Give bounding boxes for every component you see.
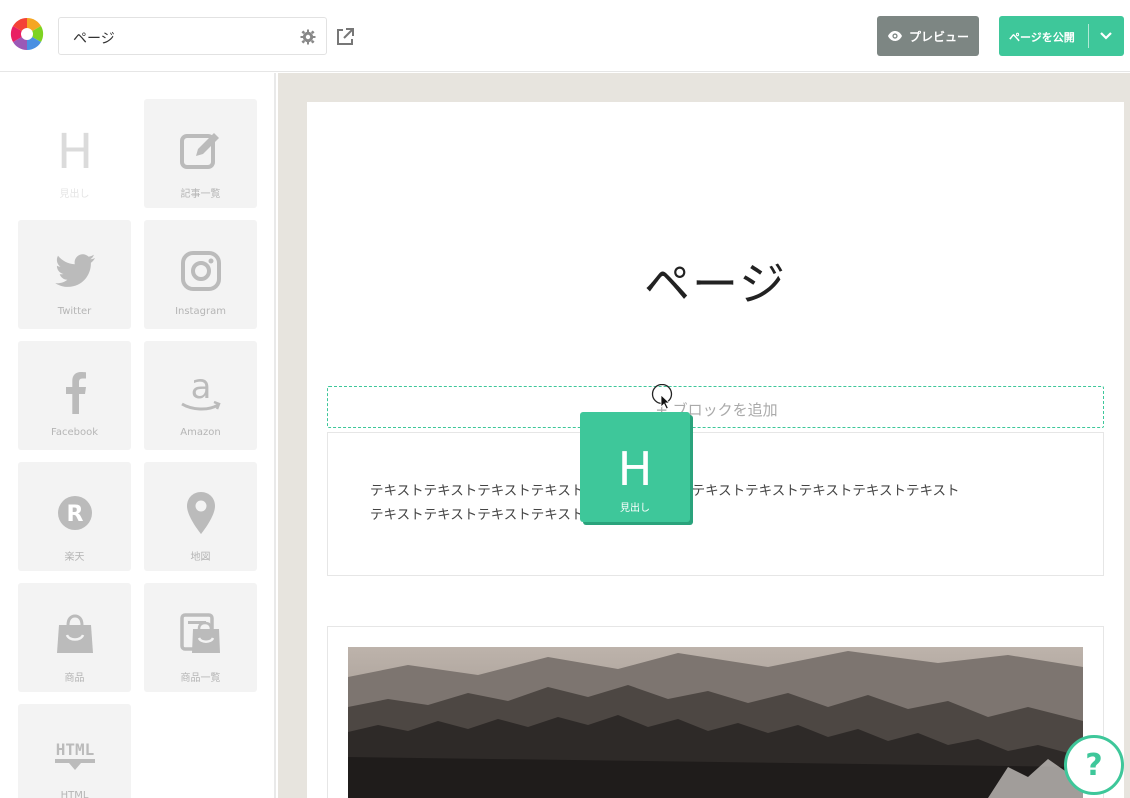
dragging-heading-tile[interactable]: H 見出し [580, 412, 690, 522]
block-palette-sidebar: H 見出し 記事一覧 Twitter Instagram Facebook a … [0, 73, 276, 798]
shopping-bag-icon [56, 614, 93, 653]
heading-icon: H [56, 128, 92, 172]
tile-label: Instagram [175, 306, 226, 317]
tile-label: 商品 [64, 673, 85, 684]
tile-label: Twitter [57, 306, 92, 317]
heading-glyph: H [617, 442, 653, 496]
external-link-icon[interactable] [335, 27, 355, 47]
tile-label: 商品一覧 [180, 673, 221, 684]
tile-label: 地図 [190, 552, 211, 563]
svg-text:HTML: HTML [55, 740, 94, 759]
tile-label: HTML [60, 790, 89, 798]
publish-button[interactable]: ページを公開 [999, 16, 1124, 56]
facebook-icon [65, 372, 86, 414]
rakuten-icon: R [57, 496, 92, 530]
block-tile-product-list[interactable]: 商品一覧 [144, 583, 257, 692]
tile-label: 楽天 [64, 552, 85, 563]
block-tile-html[interactable]: HTML HTML [18, 704, 131, 798]
gear-icon[interactable] [300, 29, 316, 45]
page-title-input[interactable]: ページ [58, 17, 327, 55]
publish-divider [1088, 24, 1089, 48]
block-tile-facebook[interactable]: Facebook [18, 341, 131, 450]
svg-text:H: H [56, 128, 92, 172]
preview-label: プレビュー [908, 29, 969, 44]
mouse-cursor-icon [651, 384, 673, 410]
eye-icon [887, 31, 902, 41]
add-block-dropzone[interactable]: + ブロックを追加 [327, 386, 1104, 428]
drag-tile-label: 見出し [620, 503, 650, 514]
edit-icon [179, 133, 219, 169]
page-heading[interactable]: ページ [307, 248, 1124, 314]
instagram-icon [180, 251, 221, 291]
page-title-value: ページ [73, 31, 115, 47]
block-tile-amazon[interactable]: a Amazon [144, 341, 257, 450]
tile-label: Amazon [180, 427, 221, 438]
block-tile-article-list[interactable]: 記事一覧 [144, 99, 257, 208]
block-tile-rakuten[interactable]: R 楽天 [18, 462, 131, 571]
svg-text:R: R [66, 502, 83, 527]
add-block-label: + ブロックを追加 [655, 401, 778, 419]
app-logo-icon[interactable] [10, 17, 44, 51]
tile-label: 記事一覧 [180, 189, 221, 200]
block-tile-instagram[interactable]: Instagram [144, 220, 257, 329]
block-tile-twitter[interactable]: Twitter [18, 220, 131, 329]
chevron-down-icon[interactable] [1098, 28, 1114, 44]
block-tile-map[interactable]: 地図 [144, 462, 257, 571]
map-pin-icon [186, 492, 215, 534]
publish-label: ページを公開 [1009, 31, 1075, 44]
top-bar: ページ プレビュー ページを公開 [0, 0, 1130, 72]
twitter-icon [54, 254, 95, 287]
block-tile-product[interactable]: 商品 [18, 583, 131, 692]
tile-label: Facebook [51, 427, 98, 438]
help-button[interactable]: ? [1064, 735, 1124, 795]
amazon-icon: a [180, 370, 221, 411]
block-tile-heading[interactable]: H 見出し [18, 99, 131, 208]
preview-button[interactable]: プレビュー [877, 16, 979, 56]
forest-photo [348, 647, 1083, 798]
html-icon: HTML [54, 740, 95, 770]
tile-label: 見出し [59, 189, 90, 200]
svg-text:a: a [190, 370, 211, 407]
product-list-icon [179, 613, 220, 653]
help-icon: ? [1085, 747, 1103, 783]
text-block[interactable]: テキストテキストテキストテキストテキストテキストテキストテキストテキストテキスト… [327, 432, 1104, 576]
